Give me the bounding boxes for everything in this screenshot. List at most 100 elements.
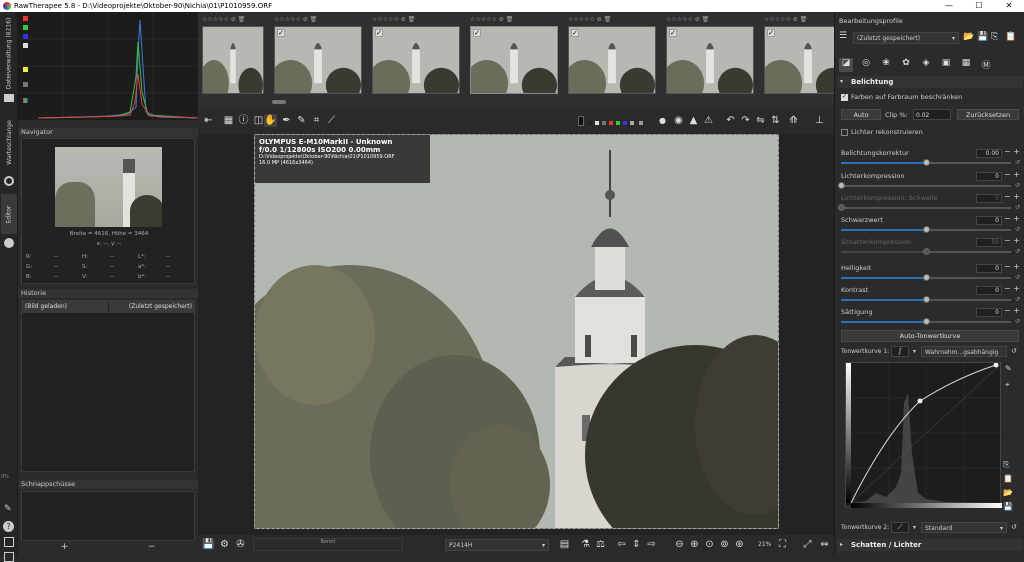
image-canvas[interactable]: OLYMPUS E-M10MarkII - Unknown f/0.0 1/12… (198, 134, 834, 535)
curve-reset-icon[interactable]: ↺ (1011, 347, 1017, 355)
curve2-reset-icon[interactable]: ↺ (1011, 523, 1017, 531)
copy-profile-icon[interactable]: ⎘ (991, 32, 1001, 42)
open-profile-icon[interactable]: 📂 (963, 32, 974, 42)
hide-left-panel-icon[interactable]: ⇤ (202, 114, 215, 127)
flip-vertical-icon[interactable]: ⇅ (769, 114, 782, 127)
history-item-loaded[interactable]: (Bild geladen) (22, 301, 108, 313)
slider-stepper-icon[interactable]: − + (1004, 306, 1020, 315)
tone-curve-editor[interactable] (845, 362, 1002, 508)
preferences-icon[interactable] (4, 552, 14, 562)
next-image-icon[interactable]: ⇨ (645, 538, 658, 551)
slider-stepper-icon[interactable]: − + (1004, 214, 1020, 223)
main-photo[interactable]: OLYMPUS E-M10MarkII - Unknown f/0.0 1/12… (254, 134, 779, 529)
slider-value-input[interactable]: 0.00 (976, 149, 1002, 158)
intent-icon[interactable]: ▤ (558, 538, 571, 551)
slider-knob[interactable] (838, 204, 845, 211)
slider-reset-icon[interactable]: ↺ (1015, 226, 1020, 233)
slider-knob[interactable] (923, 274, 930, 281)
thumb-select-checkbox[interactable]: ✓ (375, 29, 383, 37)
add-snapshot-button[interactable]: + (21, 542, 108, 552)
local-tab-icon[interactable]: ◈ (919, 58, 933, 72)
grid-icon[interactable] (4, 537, 14, 547)
zoom-out-icon[interactable]: ⊖ (673, 538, 686, 551)
slider-value-input[interactable]: 0 (976, 194, 1002, 203)
filmstrip-thumbnail[interactable]: ✓ (274, 26, 362, 94)
channel-white-icon[interactable] (595, 121, 599, 125)
profile-select[interactable]: (Zuletzt gespeichert) ▾ (853, 32, 959, 44)
sync-icon[interactable]: ⇕ (630, 538, 643, 551)
hide-right-panel-icon[interactable]: ⊥ (813, 114, 826, 127)
exposure-section-header[interactable]: ▾ Belichtung (837, 76, 1023, 88)
detail-tab-icon[interactable]: ◎ (859, 58, 873, 72)
tab-editor[interactable]: Editor (1, 194, 17, 234)
raw-histogram-toggle-icon[interactable] (23, 82, 28, 87)
slider-value-input[interactable]: 0 (976, 286, 1002, 295)
slider-stepper-icon[interactable]: − + (1004, 284, 1020, 293)
chevron-down-icon[interactable]: ▾ (913, 524, 916, 531)
slider-knob[interactable] (923, 159, 930, 166)
thumb-select-checkbox[interactable]: ✓ (767, 29, 775, 37)
color-picker-icon[interactable]: ✎ (4, 504, 12, 514)
curve2-type-icon[interactable]: ⟋ (891, 522, 909, 533)
info-icon[interactable]: ⓘ (237, 114, 250, 127)
slider-knob[interactable] (923, 318, 930, 325)
slider-track[interactable] (838, 204, 1011, 211)
filmstrip-scrollbar[interactable] (272, 100, 286, 104)
slider-track[interactable] (841, 226, 1011, 233)
raw-tab-icon[interactable]: ▦ (959, 58, 973, 72)
focus-mask-icon[interactable]: ● (656, 114, 669, 127)
slider-reset-icon[interactable]: ↺ (1015, 318, 1020, 325)
slider-value-input[interactable]: 0 (976, 264, 1002, 273)
warning-icon[interactable]: ⚠ (702, 114, 715, 127)
slider-stepper-icon[interactable]: − + (1004, 170, 1020, 179)
slider-value-input[interactable]: 50 (976, 238, 1002, 247)
curve-mode-select[interactable]: Wahrnehm...gsabhängig (921, 346, 1007, 357)
slider-knob[interactable] (838, 182, 845, 189)
close-button[interactable]: ✕ (994, 0, 1024, 12)
slider-value-input[interactable]: 0 (976, 172, 1002, 181)
bar-toggle-icon[interactable] (23, 98, 28, 103)
color-picker-tool-icon[interactable]: ✎ (295, 114, 308, 127)
clip-checkbox[interactable]: ✓ (841, 94, 848, 101)
minimize-button[interactable]: — (934, 0, 964, 12)
thumb-select-checkbox[interactable]: ✓ (277, 29, 285, 37)
zoom-100-icon[interactable]: ⊚ (718, 538, 731, 551)
channel-luma-icon[interactable] (630, 121, 634, 125)
save-icon[interactable]: 💾 (202, 538, 215, 551)
zoom-fit-icon[interactable]: ⊙ (703, 538, 716, 551)
chevron-down-icon[interactable]: ▾ (913, 348, 916, 355)
reset-button[interactable]: Zurücksetzen (957, 109, 1019, 120)
highlight-recon-checkbox[interactable] (841, 129, 848, 136)
thumb-select-checkbox[interactable]: ✓ (473, 29, 481, 37)
slider-stepper-icon[interactable]: − + (1004, 262, 1020, 271)
flip-icon[interactable]: ⇋ (754, 114, 767, 127)
paste-curve-icon[interactable]: 📋 (1003, 474, 1013, 483)
profile-list-icon[interactable]: ☰ (839, 31, 849, 43)
tab-file-browser[interactable]: Dateiverwaltung (8216) (1, 17, 17, 89)
history-item-saved[interactable]: (Zuletzt gespeichert) (109, 301, 195, 313)
filmstrip-thumbnail[interactable]: ✓ (568, 26, 656, 94)
slider-value-input[interactable]: 0 (976, 308, 1002, 317)
channel-focus-icon[interactable] (639, 121, 643, 125)
channel-blue-icon[interactable] (623, 121, 627, 125)
slider-stepper-icon[interactable]: − + (1004, 236, 1020, 245)
clip-value-input[interactable]: 0.02 (913, 109, 951, 120)
channel-green-icon[interactable] (616, 121, 620, 125)
rotate-left-icon[interactable]: ↶ (724, 114, 737, 127)
slider-reset-icon[interactable]: ↺ (1015, 159, 1020, 166)
rotate-right-icon[interactable]: ↷ (739, 114, 752, 127)
advanced-tab-icon[interactable]: ✿ (899, 58, 913, 72)
straighten-icon[interactable]: ⟋ (325, 114, 338, 127)
toggle-panels-icon[interactable]: ⇔ (818, 538, 831, 551)
thumb-select-checkbox[interactable]: ✓ (669, 29, 677, 37)
slider-knob[interactable] (923, 226, 930, 233)
auto-levels-button[interactable]: Auto (841, 109, 881, 120)
picker-icon[interactable]: ⌖ (1005, 380, 1010, 390)
curve2-mode-select[interactable]: Standard ▾ (921, 522, 1007, 533)
tab-queue[interactable]: Warteschlange (1, 112, 17, 172)
slider-knob[interactable] (923, 296, 930, 303)
new-detail-window-icon[interactable]: ⛶ (776, 538, 789, 551)
channel-gray-icon[interactable] (602, 121, 606, 125)
help-icon[interactable]: ? (3, 521, 14, 532)
save-curve-icon[interactable]: 💾 (1003, 502, 1013, 511)
